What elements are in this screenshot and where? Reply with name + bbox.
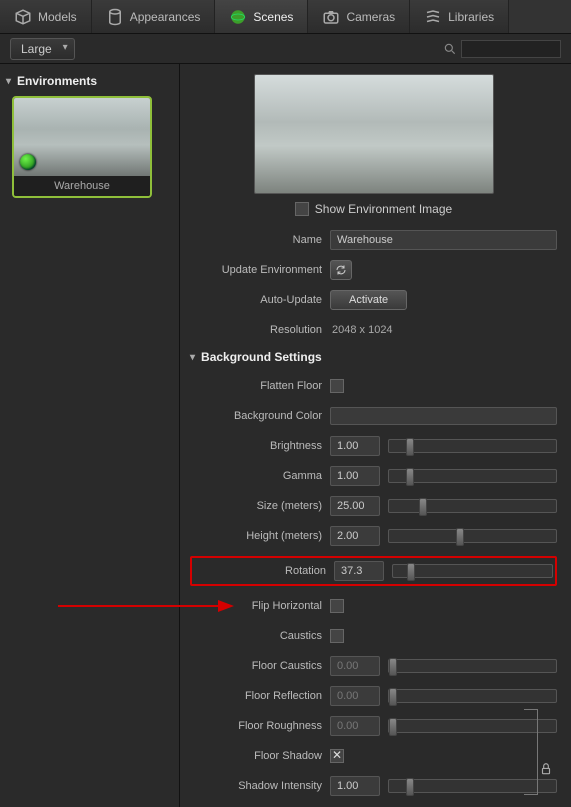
shadow-intensity-input[interactable] bbox=[330, 776, 380, 796]
name-input[interactable] bbox=[330, 230, 557, 250]
brightness-label: Brightness bbox=[190, 440, 330, 452]
name-label: Name bbox=[190, 234, 330, 246]
library-icon bbox=[424, 8, 442, 26]
resolution-label: Resolution bbox=[190, 324, 330, 336]
height-input[interactable] bbox=[330, 526, 380, 546]
tab-label: Cameras bbox=[346, 10, 395, 24]
rotation-slider[interactable] bbox=[392, 564, 553, 578]
tab-models[interactable]: Models bbox=[0, 0, 92, 33]
flatten-floor-label: Flatten Floor bbox=[190, 380, 330, 392]
environment-thumbnail[interactable]: Warehouse bbox=[12, 96, 152, 198]
floor-roughness-input[interactable] bbox=[330, 716, 380, 736]
shadow-intensity-label: Shadow Intensity bbox=[190, 780, 330, 792]
refresh-button[interactable] bbox=[330, 260, 352, 280]
tab-cameras[interactable]: Cameras bbox=[308, 0, 410, 33]
tab-scenes[interactable]: Scenes bbox=[215, 0, 308, 33]
height-label: Height (meters) bbox=[190, 530, 330, 542]
environment-preview bbox=[254, 74, 494, 194]
activate-button[interactable]: Activate bbox=[330, 290, 407, 310]
show-env-image-checkbox[interactable] bbox=[295, 202, 309, 216]
tab-label: Appearances bbox=[130, 10, 201, 24]
floor-caustics-label: Floor Caustics bbox=[190, 660, 330, 672]
tab-label: Scenes bbox=[253, 10, 293, 24]
gamma-input[interactable] bbox=[330, 466, 380, 486]
floor-caustics-slider[interactable] bbox=[388, 659, 557, 673]
search-input[interactable] bbox=[461, 40, 561, 58]
bgcolor-label: Background Color bbox=[190, 410, 330, 422]
height-slider[interactable] bbox=[388, 529, 557, 543]
gamma-slider[interactable] bbox=[388, 469, 557, 483]
tab-appearances[interactable]: Appearances bbox=[92, 0, 216, 33]
brightness-input[interactable] bbox=[330, 436, 380, 456]
bgcolor-swatch[interactable] bbox=[330, 407, 557, 425]
floor-roughness-label: Floor Roughness bbox=[190, 720, 330, 732]
flip-horizontal-label: Flip Horizontal bbox=[190, 600, 330, 612]
properties-panel: Show Environment Image Name Update Envir… bbox=[180, 64, 571, 807]
rotation-input[interactable] bbox=[334, 561, 384, 581]
camera-icon bbox=[322, 8, 340, 26]
toolbar: Large bbox=[0, 34, 571, 64]
floor-reflection-label: Floor Reflection bbox=[190, 690, 330, 702]
cylinder-icon bbox=[106, 8, 124, 26]
top-tabs: Models Appearances Scenes Cameras Librar… bbox=[0, 0, 571, 34]
floor-reflection-slider[interactable] bbox=[388, 689, 557, 703]
resolution-value: 2048 x 1024 bbox=[330, 324, 393, 336]
active-badge-icon bbox=[20, 154, 36, 170]
size-slider[interactable] bbox=[388, 499, 557, 513]
link-lock[interactable] bbox=[539, 729, 553, 807]
gamma-label: Gamma bbox=[190, 470, 330, 482]
show-env-image-label: Show Environment Image bbox=[315, 202, 452, 216]
globe-icon bbox=[229, 8, 247, 26]
tab-libraries[interactable]: Libraries bbox=[410, 0, 509, 33]
thumbnail-image bbox=[14, 98, 150, 176]
link-bracket bbox=[524, 709, 538, 795]
tab-label: Libraries bbox=[448, 10, 494, 24]
background-settings-header[interactable]: Background Settings bbox=[190, 350, 557, 364]
floor-reflection-input[interactable] bbox=[330, 686, 380, 706]
environments-header[interactable]: Environments bbox=[6, 74, 173, 88]
caustics-checkbox[interactable] bbox=[330, 629, 344, 643]
search-box bbox=[443, 40, 561, 58]
update-env-label: Update Environment bbox=[190, 264, 330, 276]
rotation-highlight: Rotation bbox=[190, 556, 557, 586]
rotation-label: Rotation bbox=[194, 565, 334, 577]
flip-horizontal-checkbox[interactable] bbox=[330, 599, 344, 613]
cube-icon bbox=[14, 8, 32, 26]
floor-caustics-input[interactable] bbox=[330, 656, 380, 676]
refresh-icon bbox=[335, 264, 347, 276]
brightness-slider[interactable] bbox=[388, 439, 557, 453]
dropdown-value: Large bbox=[21, 42, 52, 56]
auto-update-label: Auto-Update bbox=[190, 294, 330, 306]
floor-shadow-label: Floor Shadow bbox=[190, 750, 330, 762]
size-label: Size (meters) bbox=[190, 500, 330, 512]
flatten-floor-checkbox[interactable] bbox=[330, 379, 344, 393]
size-input[interactable] bbox=[330, 496, 380, 516]
tab-label: Models bbox=[38, 10, 77, 24]
lock-icon bbox=[539, 762, 553, 776]
thumbnail-label: Warehouse bbox=[14, 176, 150, 196]
search-icon bbox=[443, 42, 457, 56]
thumbnail-size-dropdown[interactable]: Large bbox=[10, 38, 75, 60]
caustics-label: Caustics bbox=[190, 630, 330, 642]
left-panel: Environments Warehouse bbox=[0, 64, 180, 807]
floor-shadow-checkbox[interactable] bbox=[330, 749, 344, 763]
